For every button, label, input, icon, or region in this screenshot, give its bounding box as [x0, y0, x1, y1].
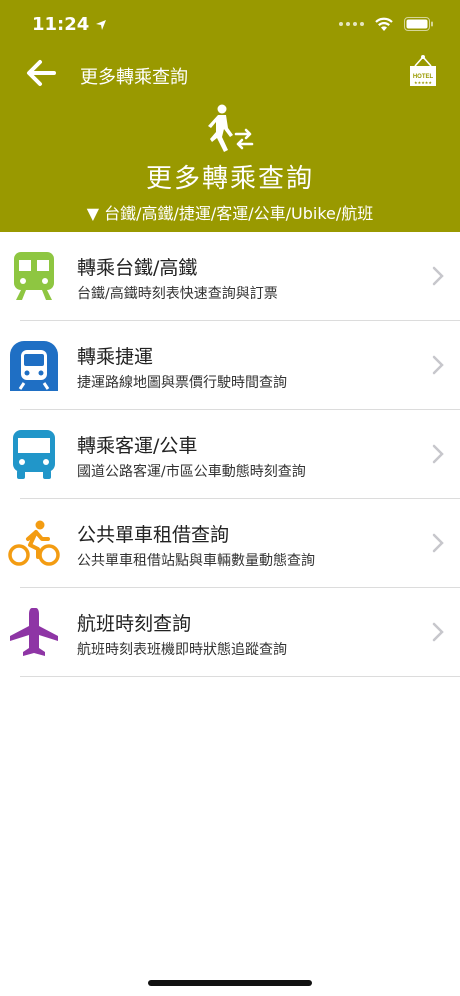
train-icon [14, 252, 54, 300]
bus-icon [13, 430, 55, 479]
list-item-title: 航班時刻查詢 [77, 613, 192, 635]
list-item-description: 台鐵/高鐵時刻表快速查詢與訂票 [77, 286, 278, 302]
chevron-right-icon [432, 533, 444, 553]
screen: 11:24 更多轉乘查詢 HOTEL ★★★★★ 更多轉乘查詢 ▼ 台鐵/高鐵/… [0, 0, 460, 996]
hotel-button[interactable]: HOTEL ★★★★★ [408, 54, 438, 90]
hero-subtitle: ▼ 台鐵/高鐵/捷運/客運/公車/Ubike/航班 [86, 204, 374, 223]
airplane-icon [10, 608, 58, 656]
signal-icon [339, 22, 364, 26]
list-item-title: 轉乘捷運 [77, 346, 154, 368]
list-item-title: 公共單車租借查詢 [77, 524, 230, 546]
metro-icon [10, 341, 58, 391]
list-item-description: 國道公路客運/市區公車動態時刻查詢 [77, 464, 306, 480]
header: 11:24 更多轉乘查詢 HOTEL ★★★★★ 更多轉乘查詢 ▼ 台鐵/高鐵/… [0, 0, 460, 232]
list-item-description: 公共單車租借站點與車輛數量動態查詢 [77, 553, 315, 569]
list-item-title: 轉乘客運/公車 [77, 435, 198, 457]
home-indicator[interactable] [148, 980, 312, 986]
location-arrow-icon [96, 19, 107, 30]
list-item-metro[interactable]: 轉乘捷運 捷運路線地圖與票價行駛時間查詢 [0, 321, 460, 410]
list-item-bike[interactable]: 公共單車租借查詢 公共單車租借站點與車輛數量動態查詢 [0, 499, 460, 588]
status-time: 11:24 [32, 14, 90, 35]
transfer-walk-icon [208, 104, 254, 152]
status-time-group: 11:24 [32, 14, 107, 35]
status-bar: 11:24 [0, 0, 460, 50]
battery-icon [404, 17, 433, 31]
chevron-right-icon [432, 266, 444, 286]
list-item-flight[interactable]: 航班時刻查詢 航班時刻表班機即時狀態追蹤查詢 [0, 588, 460, 677]
hotel-icon: HOTEL ★★★★★ [410, 55, 436, 86]
hero-title: 更多轉乘查詢 [145, 164, 314, 194]
svg-text:★★★★★: ★★★★★ [414, 80, 432, 85]
list-item-train[interactable]: 轉乘台鐵/高鐵 台鐵/高鐵時刻表快速查詢與訂票 [0, 232, 460, 321]
chevron-right-icon [432, 355, 444, 375]
list-item-title: 轉乘台鐵/高鐵 [77, 257, 198, 279]
nav-bar: 更多轉乘查詢 HOTEL ★★★★★ [0, 52, 460, 96]
list-item-bus[interactable]: 轉乘客運/公車 國道公路客運/市區公車動態時刻查詢 [0, 410, 460, 499]
divider [20, 676, 460, 677]
transfer-options-list: 轉乘台鐵/高鐵 台鐵/高鐵時刻表快速查詢與訂票 轉乘捷運 捷運路線地圖與票價行駛… [0, 232, 460, 677]
status-indicators [339, 16, 434, 32]
list-item-description: 航班時刻表班機即時狀態追蹤查詢 [77, 642, 287, 658]
bike-icon [8, 520, 60, 566]
chevron-right-icon [432, 444, 444, 464]
list-item-description: 捷運路線地圖與票價行駛時間查詢 [77, 375, 287, 391]
back-arrow-icon[interactable] [24, 56, 58, 90]
wifi-icon [375, 17, 393, 31]
nav-title: 更多轉乘查詢 [80, 67, 188, 88]
chevron-right-icon [432, 622, 444, 642]
